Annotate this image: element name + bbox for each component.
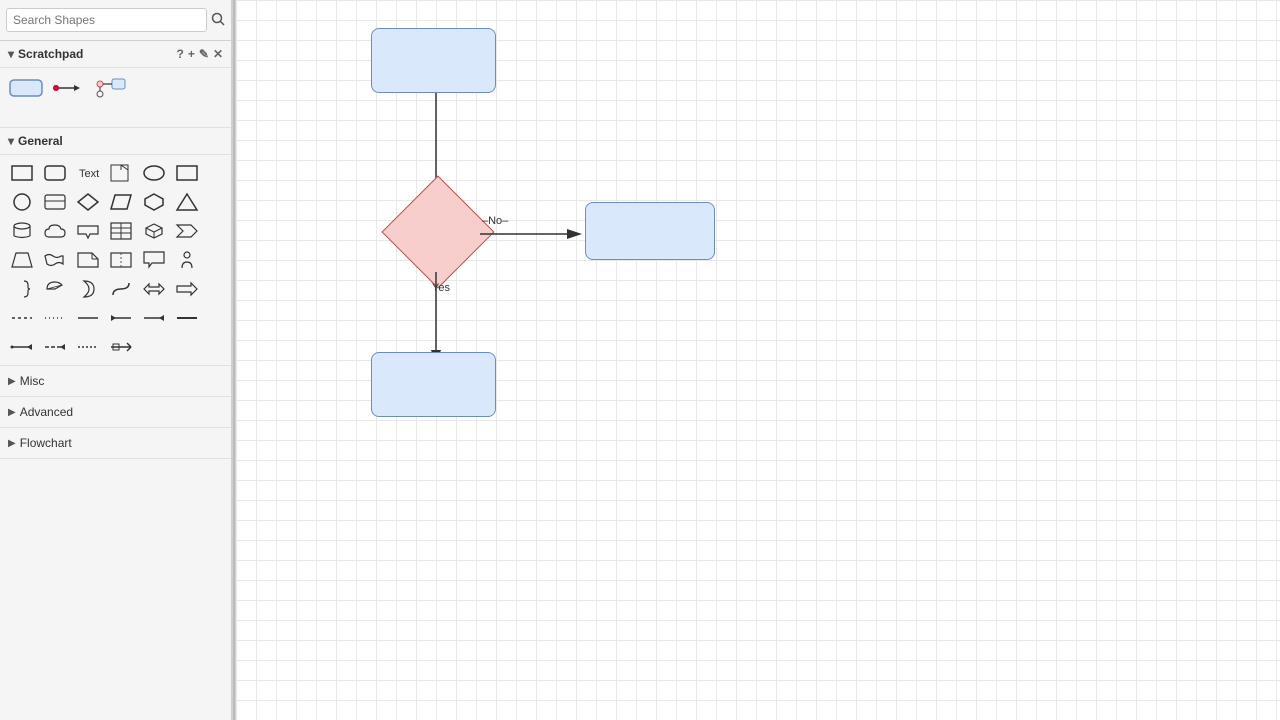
- general-label: General: [18, 134, 63, 148]
- shape-document[interactable]: [72, 246, 104, 274]
- scratchpad-content: [0, 68, 231, 128]
- canvas[interactable]: –No– Yes: [236, 0, 1280, 720]
- shape-connector5[interactable]: [105, 333, 137, 361]
- misc-caret: ▶: [8, 376, 16, 387]
- general-shape-grid: Text: [0, 155, 231, 366]
- shape-table[interactable]: [105, 217, 137, 245]
- scratch-item-rounded-rect[interactable]: [8, 74, 44, 102]
- shape-arrow-right[interactable]: [171, 275, 203, 303]
- shape-text[interactable]: Text: [72, 159, 104, 187]
- shape-line-arrow-right2[interactable]: [138, 304, 170, 332]
- search-input[interactable]: [6, 8, 207, 32]
- shape-hexagon[interactable]: [138, 188, 170, 216]
- misc-label: Misc: [20, 374, 45, 388]
- arrow-no: [480, 224, 590, 244]
- scratchpad-label: Scratchpad: [18, 47, 83, 61]
- shape-parallelogram[interactable]: [105, 188, 137, 216]
- sidebar: ▾ Scratchpad ? + ✎ ✕: [0, 0, 232, 720]
- shape-s-curve[interactable]: [105, 275, 137, 303]
- shape-rect-rounded-sm[interactable]: [39, 159, 71, 187]
- scratchpad-header[interactable]: ▾ Scratchpad ? + ✎ ✕: [0, 41, 231, 68]
- general-caret: ▾: [8, 134, 14, 148]
- shape-rect[interactable]: [6, 159, 38, 187]
- flowchart-label: Flowchart: [20, 436, 72, 450]
- flowchart-section-header[interactable]: ▶ Flowchart: [0, 428, 231, 459]
- shape-circle[interactable]: [6, 188, 38, 216]
- shape-connector3[interactable]: [39, 333, 71, 361]
- shape-connector4[interactable]: [72, 333, 104, 361]
- label-no: –No–: [482, 215, 508, 227]
- shape-connector2[interactable]: [6, 333, 38, 361]
- shape-line-dashed2[interactable]: [39, 304, 71, 332]
- shape-rect2[interactable]: [171, 159, 203, 187]
- shape-line-solid[interactable]: [72, 304, 104, 332]
- advanced-label: Advanced: [20, 405, 73, 419]
- shape-step[interactable]: [171, 217, 203, 245]
- shape-cylinder[interactable]: [6, 217, 38, 245]
- shape-line-dashed1[interactable]: [6, 304, 38, 332]
- shape-partial-circle[interactable]: [39, 275, 71, 303]
- flow-box-2[interactable]: [585, 202, 715, 260]
- shape-rect-label[interactable]: [39, 188, 71, 216]
- svg-text:Text: Text: [79, 168, 99, 180]
- shape-triangle[interactable]: [171, 188, 203, 216]
- shape-connector1[interactable]: [171, 304, 203, 332]
- shape-cloud[interactable]: [39, 217, 71, 245]
- scratchpad-edit[interactable]: ✎: [199, 47, 209, 61]
- search-button[interactable]: [211, 12, 225, 29]
- label-yes: Yes: [432, 282, 450, 294]
- general-section-header[interactable]: ▾ General: [0, 128, 231, 155]
- misc-section-header[interactable]: ▶ Misc: [0, 366, 231, 397]
- scratchpad-close[interactable]: ✕: [213, 47, 223, 61]
- shape-brace[interactable]: [6, 275, 38, 303]
- shape-cube[interactable]: [138, 217, 170, 245]
- shape-line-arrow-left[interactable]: [105, 304, 137, 332]
- shape-ellipse[interactable]: [138, 159, 170, 187]
- flowchart-caret: ▶: [8, 438, 16, 449]
- search-bar: [0, 0, 231, 41]
- advanced-caret: ▶: [8, 407, 16, 418]
- shape-wave[interactable]: [39, 246, 71, 274]
- scratch-item-connector-box[interactable]: [92, 74, 128, 102]
- shape-crescent[interactable]: [72, 275, 104, 303]
- shape-double-arrow[interactable]: [138, 275, 170, 303]
- shape-callout[interactable]: [138, 246, 170, 274]
- shape-note[interactable]: [105, 159, 137, 187]
- shape-banner[interactable]: [72, 217, 104, 245]
- scratchpad-caret: ▾: [8, 47, 14, 61]
- flow-box-1[interactable]: [371, 28, 496, 93]
- shape-diamond[interactable]: [72, 188, 104, 216]
- scratchpad-help[interactable]: ?: [177, 47, 184, 61]
- shape-person[interactable]: [171, 246, 203, 274]
- shape-trapezoid[interactable]: [6, 246, 38, 274]
- scratch-item-arrow-dots[interactable]: [50, 74, 86, 102]
- shape-folded[interactable]: [105, 246, 137, 274]
- advanced-section-header[interactable]: ▶ Advanced: [0, 397, 231, 428]
- flow-box-3[interactable]: [371, 352, 496, 417]
- scratchpad-add[interactable]: +: [188, 47, 195, 61]
